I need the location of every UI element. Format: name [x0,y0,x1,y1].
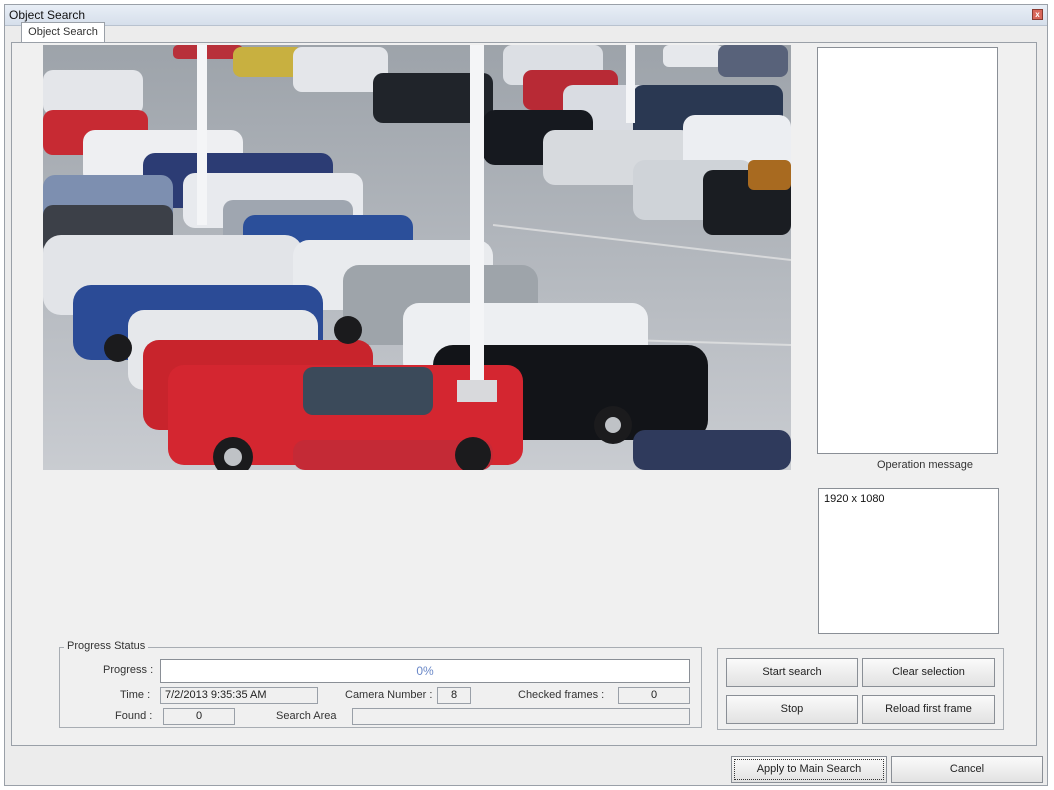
operation-message-label: Operation message [877,459,973,471]
tab-object-search[interactable]: Object Search [21,22,105,43]
cancel-button[interactable]: Cancel [891,756,1043,783]
title-bar: Object Search x [5,5,1047,26]
search-area-field [352,708,690,725]
resolution-text: 1920 x 1080 [824,493,885,505]
time-field: 7/2/2013 9:35:35 AM [160,687,318,704]
clear-selection-button[interactable]: Clear selection [862,658,995,687]
start-search-button[interactable]: Start search [726,658,858,687]
checked-frames-label: Checked frames : [518,689,605,701]
progress-value: 0% [416,664,434,678]
time-label: Time : [120,689,151,701]
info-box: 1920 x 1080 [818,488,999,634]
search-area-label: Search Area [276,710,337,722]
camera-frame[interactable] [43,45,791,470]
reload-first-frame-button[interactable]: Reload first frame [862,695,995,724]
progress-label: Progress : [103,664,154,676]
close-icon[interactable]: x [1032,9,1043,20]
operation-message-box [817,47,998,454]
camera-number-field: 8 [437,687,471,704]
checked-frames-field: 0 [618,687,690,704]
parking-lot-image [43,45,791,470]
progress-bar: 0% [160,659,690,683]
stop-button[interactable]: Stop [726,695,858,724]
found-label: Found : [115,710,153,722]
apply-to-main-search-button[interactable]: Apply to Main Search [731,756,887,783]
camera-number-label: Camera Number : [345,689,433,701]
window-title: Object Search [9,8,86,22]
progress-status-legend: Progress Status [64,640,149,652]
found-field: 0 [163,708,235,725]
